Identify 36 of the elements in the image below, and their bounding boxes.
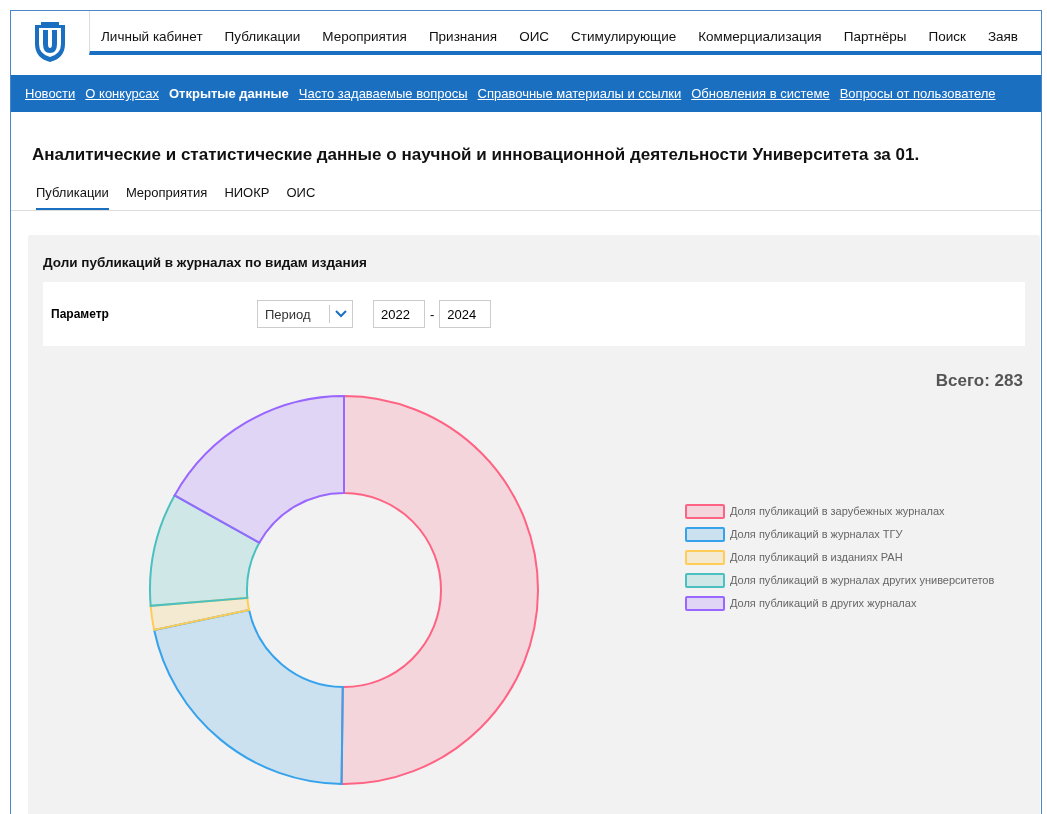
subnav-link[interactable]: Новости xyxy=(25,86,76,101)
page-title: Аналитические и статистические данные о научной и инновационной деятельности Университета за 01. xyxy=(32,145,921,165)
range-dash: - xyxy=(430,306,435,322)
nav-link[interactable]: Мероприятия xyxy=(311,29,418,44)
nav-link[interactable]: Публикации xyxy=(213,29,312,44)
nav-link[interactable]: Партнёры xyxy=(832,29,918,44)
legend-label: Доля публикаций в журналах других университетов xyxy=(730,574,995,586)
filter-label: Параметр xyxy=(51,307,110,321)
nav-link[interactable]: Признания xyxy=(417,29,509,44)
shield-logo-icon[interactable] xyxy=(33,22,67,62)
subnav-link[interactable]: Часто задаваемые вопросы xyxy=(298,86,468,101)
nav-link[interactable]: Личный кабинет xyxy=(90,29,214,44)
panel-title: Доли публикаций в журналах по видам издания xyxy=(43,255,368,270)
nav-link[interactable]: Поиск xyxy=(917,29,977,44)
subnav-link[interactable]: Вопросы от пользователе xyxy=(839,86,996,101)
legend-label: Доля публикаций в журналах ТГУ xyxy=(730,528,903,540)
legend-label: Доля публикаций в зарубежных журналах xyxy=(730,505,945,517)
subnav-link[interactable]: Справочные материалы и ссылки xyxy=(477,86,682,101)
nav-link[interactable]: Заяв xyxy=(976,29,1030,44)
period-select[interactable]: Период xyxy=(257,300,353,328)
tab[interactable]: НИОКР xyxy=(224,181,270,210)
tab[interactable]: Мероприятия xyxy=(125,181,208,210)
nav-link[interactable]: Стимулирующие xyxy=(560,29,688,44)
nav-link[interactable]: Коммерциализация xyxy=(687,29,833,44)
year-field[interactable]: 2024 xyxy=(439,300,492,328)
chevron-down-icon xyxy=(335,310,347,318)
year-field[interactable]: 2022 xyxy=(373,300,425,328)
legend-label: Доля публикаций в других журналах xyxy=(730,597,917,609)
tab[interactable]: Публикации xyxy=(36,181,109,210)
subnav-link[interactable]: Обновления в системе xyxy=(691,86,830,101)
subnav-link[interactable]: О конкурсах xyxy=(85,86,159,101)
tab[interactable]: ОИС xyxy=(286,181,316,210)
total-count: Всего: 283 xyxy=(934,371,1024,391)
subnav-link[interactable]: Открытые данные xyxy=(168,86,289,101)
legend-label: Доля публикаций в изданиях РАН xyxy=(730,551,903,563)
nav-link[interactable]: ОИС xyxy=(508,29,561,44)
